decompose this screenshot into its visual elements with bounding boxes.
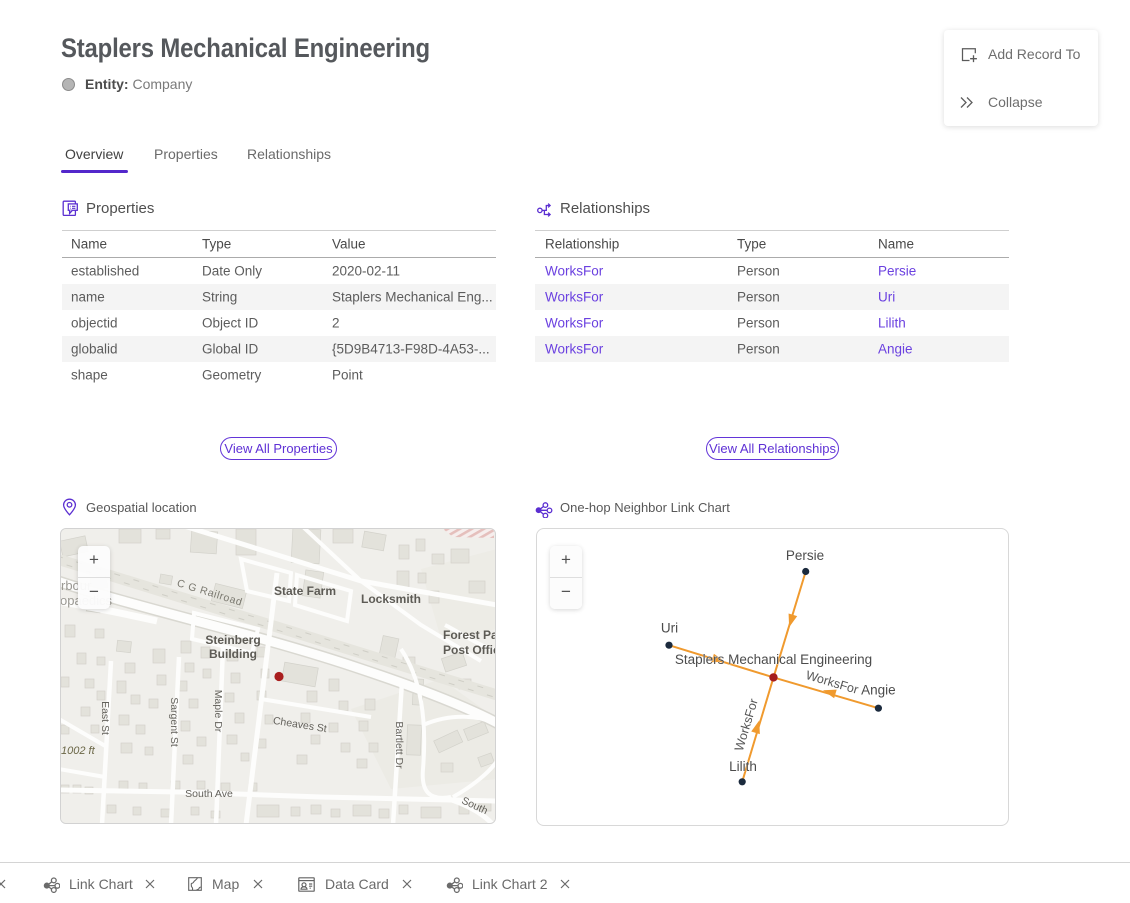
svg-text:Locksmith: Locksmith [361, 592, 421, 606]
svg-text:Lilith: Lilith [729, 759, 757, 774]
svg-text:Forest Par: Forest Par [443, 628, 496, 642]
svg-text:Building: Building [209, 647, 257, 661]
svg-text:Uri: Uri [661, 621, 678, 636]
svg-text:East St: East St [99, 701, 111, 735]
svg-text:South Ave: South Ave [185, 788, 233, 800]
svg-text:Persie: Persie [786, 548, 824, 563]
svg-text:Steinberg: Steinberg [205, 633, 260, 647]
svg-text:Sargent St: Sargent St [168, 697, 180, 747]
svg-text:State Farm: State Farm [274, 584, 336, 598]
svg-text:Angie: Angie [861, 683, 896, 698]
svg-text:1002 ft: 1002 ft [61, 745, 96, 757]
svg-text:Staplers Mechanical Engineerin: Staplers Mechanical Engineering [675, 652, 872, 667]
svg-text:Post Offic: Post Offic [443, 643, 496, 657]
svg-text:Maple Dr: Maple Dr [212, 690, 224, 733]
svg-text:Bartlett Dr: Bartlett Dr [393, 721, 405, 769]
